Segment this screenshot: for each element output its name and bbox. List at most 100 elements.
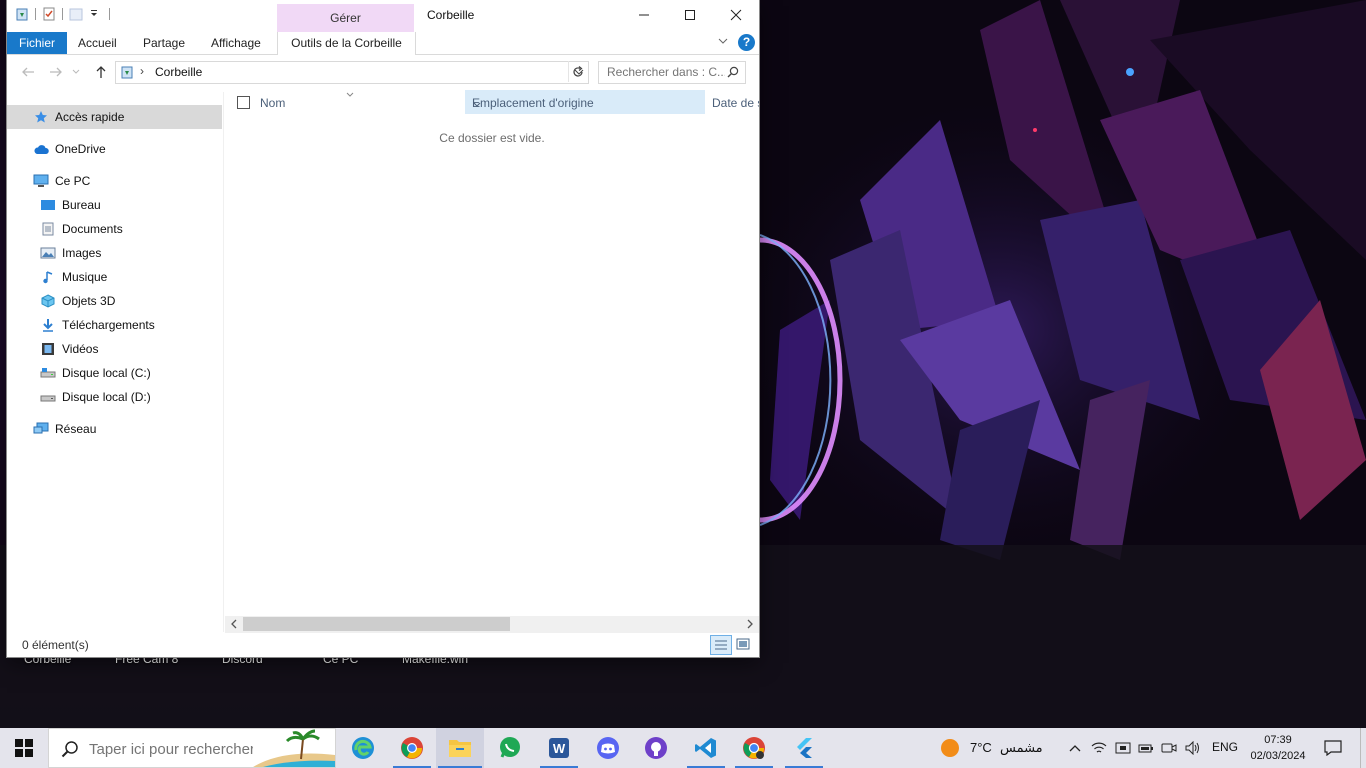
system-clock[interactable]: 07:39 02/03/2024 — [1244, 732, 1312, 764]
recent-locations-button[interactable] — [70, 62, 82, 82]
show-desktop-button[interactable] — [1360, 728, 1366, 768]
taskbar-app-whatsapp[interactable] — [486, 728, 534, 768]
up-button[interactable] — [91, 62, 111, 82]
nav-label: Bureau — [62, 198, 101, 212]
manage-contextual-tab[interactable]: Gérer — [277, 4, 414, 32]
volume-icon[interactable] — [1184, 739, 1202, 757]
edge-icon — [352, 737, 374, 759]
battery-icon[interactable] — [1137, 739, 1155, 757]
nav-item-disk-c[interactable]: Disque local (C:) — [7, 361, 222, 385]
nav-item-ce-pc[interactable]: Ce PC — [7, 169, 222, 193]
wifi-icon[interactable] — [1090, 739, 1108, 757]
input-language-indicator[interactable]: ENG — [1212, 740, 1238, 754]
tab-accueil[interactable]: Accueil — [68, 32, 127, 54]
large-icons-view-button[interactable] — [733, 635, 753, 653]
help-icon[interactable]: ? — [738, 34, 755, 51]
window-title: Corbeille — [427, 8, 475, 22]
search-icon[interactable] — [727, 66, 739, 81]
tab-affichage[interactable]: Affichage — [201, 32, 271, 54]
forward-button[interactable] — [46, 62, 66, 82]
taskbar-app-vscode[interactable] — [682, 728, 730, 768]
search-icon — [61, 740, 79, 761]
back-button[interactable] — [18, 62, 38, 82]
breadcrumb-corbeille[interactable]: Corbeille — [155, 65, 202, 79]
search-input[interactable] — [599, 62, 725, 81]
scroll-left-icon[interactable] — [228, 618, 240, 630]
nav-item-telechargements[interactable]: Téléchargements — [7, 313, 222, 337]
pictures-icon — [40, 245, 56, 261]
refresh-button[interactable] — [568, 61, 587, 82]
nav-item-onedrive[interactable]: OneDrive — [7, 137, 222, 161]
title-bar[interactable]: Gérer Corbeille — [7, 0, 759, 32]
nav-item-quick-access[interactable]: Accès rapide — [7, 105, 222, 129]
quick-access-toolbar — [15, 7, 110, 21]
customize-qat-chevron-icon[interactable] — [89, 7, 103, 21]
taskbar-app-chrome[interactable] — [388, 728, 436, 768]
horizontal-scrollbar[interactable] — [225, 616, 759, 633]
maximize-button[interactable] — [667, 0, 713, 30]
show-hidden-icons-chevron-up-icon[interactable] — [1066, 739, 1084, 757]
nav-item-images[interactable]: Images — [7, 241, 222, 265]
nav-item-videos[interactable]: Vidéos — [7, 337, 222, 361]
taskbar-app-edge[interactable] — [339, 728, 387, 768]
nav-label: Disque local (D:) — [62, 390, 151, 404]
new-folder-icon[interactable] — [69, 7, 83, 21]
pane-splitter[interactable] — [223, 92, 224, 632]
column-header-date[interactable]: Date de s — [712, 96, 759, 110]
file-list-view[interactable]: Nom Emplacement d'origine Date de s Ce d… — [225, 88, 759, 618]
nav-item-musique[interactable]: Musique — [7, 265, 222, 289]
tab-fichier[interactable]: Fichier — [7, 32, 68, 54]
flutter-icon — [797, 738, 812, 758]
select-all-checkbox[interactable] — [237, 96, 250, 109]
windows-logo-icon — [15, 739, 33, 757]
details-view-button[interactable] — [710, 635, 732, 655]
recycle-bin-small-icon[interactable] — [15, 7, 29, 21]
nav-label: OneDrive — [55, 142, 106, 156]
taskbar-app-github[interactable] — [632, 728, 680, 768]
start-button[interactable] — [0, 728, 48, 768]
search-box[interactable] — [598, 61, 746, 84]
arrow-left-icon — [22, 67, 34, 77]
star-icon — [33, 109, 49, 125]
download-arrow-icon — [40, 317, 56, 333]
taskbar-app-discord[interactable] — [584, 728, 632, 768]
taskbar-app-word[interactable]: W — [535, 728, 583, 768]
close-button[interactable] — [713, 0, 759, 30]
scrollbar-thumb[interactable] — [243, 617, 510, 631]
column-filter-chevron-icon[interactable] — [472, 98, 701, 112]
nav-item-disk-d[interactable]: Disque local (D:) — [7, 385, 222, 409]
item-count: 0 élément(s) — [22, 638, 89, 652]
system-tray-app-icon[interactable] — [1114, 739, 1132, 757]
taskbar-app-chrome-dev[interactable] — [730, 728, 778, 768]
tab-outils-corbeille[interactable]: Outils de la Corbeille — [277, 32, 416, 55]
meet-now-icon[interactable] — [1160, 739, 1178, 757]
breadcrumb-chevron-icon[interactable]: › — [140, 64, 144, 78]
chevron-down-icon — [72, 69, 80, 74]
nav-label: Réseau — [55, 422, 97, 436]
column-header-nom[interactable]: Nom — [260, 96, 285, 110]
taskbar-app-file-explorer[interactable] — [436, 728, 484, 768]
notification-center-button[interactable] — [1318, 736, 1348, 760]
discord-icon — [597, 737, 619, 759]
nav-item-objets-3d[interactable]: Objets 3D — [7, 289, 222, 313]
minimize-button[interactable] — [621, 0, 667, 30]
file-explorer-window: Gérer Corbeille Fichier Accueil Partage … — [7, 0, 759, 657]
recycle-bin-icon — [120, 65, 134, 82]
scroll-right-icon[interactable] — [744, 618, 756, 630]
nav-item-bureau[interactable]: Bureau — [7, 193, 222, 217]
properties-icon[interactable] — [42, 7, 56, 21]
weather-widget[interactable]: 7°C مشمس — [932, 728, 1052, 768]
taskbar-search[interactable] — [48, 728, 336, 768]
empty-folder-message: Ce dossier est vide. — [439, 131, 545, 145]
nav-label: Téléchargements — [62, 318, 155, 332]
expand-ribbon-chevron-icon[interactable] — [717, 35, 731, 49]
taskbar-app-flutter[interactable] — [780, 728, 828, 768]
nav-item-documents[interactable]: Documents — [7, 217, 222, 241]
nav-item-reseau[interactable]: Réseau — [7, 417, 222, 441]
chrome-icon — [401, 737, 423, 759]
address-bar[interactable]: › Corbeille — [115, 61, 589, 84]
tab-partage[interactable]: Partage — [133, 32, 195, 54]
column-header-emplacement[interactable]: Emplacement d'origine — [465, 90, 705, 114]
navigation-row: › Corbeille — [7, 59, 759, 85]
whatsapp-icon — [500, 737, 520, 758]
